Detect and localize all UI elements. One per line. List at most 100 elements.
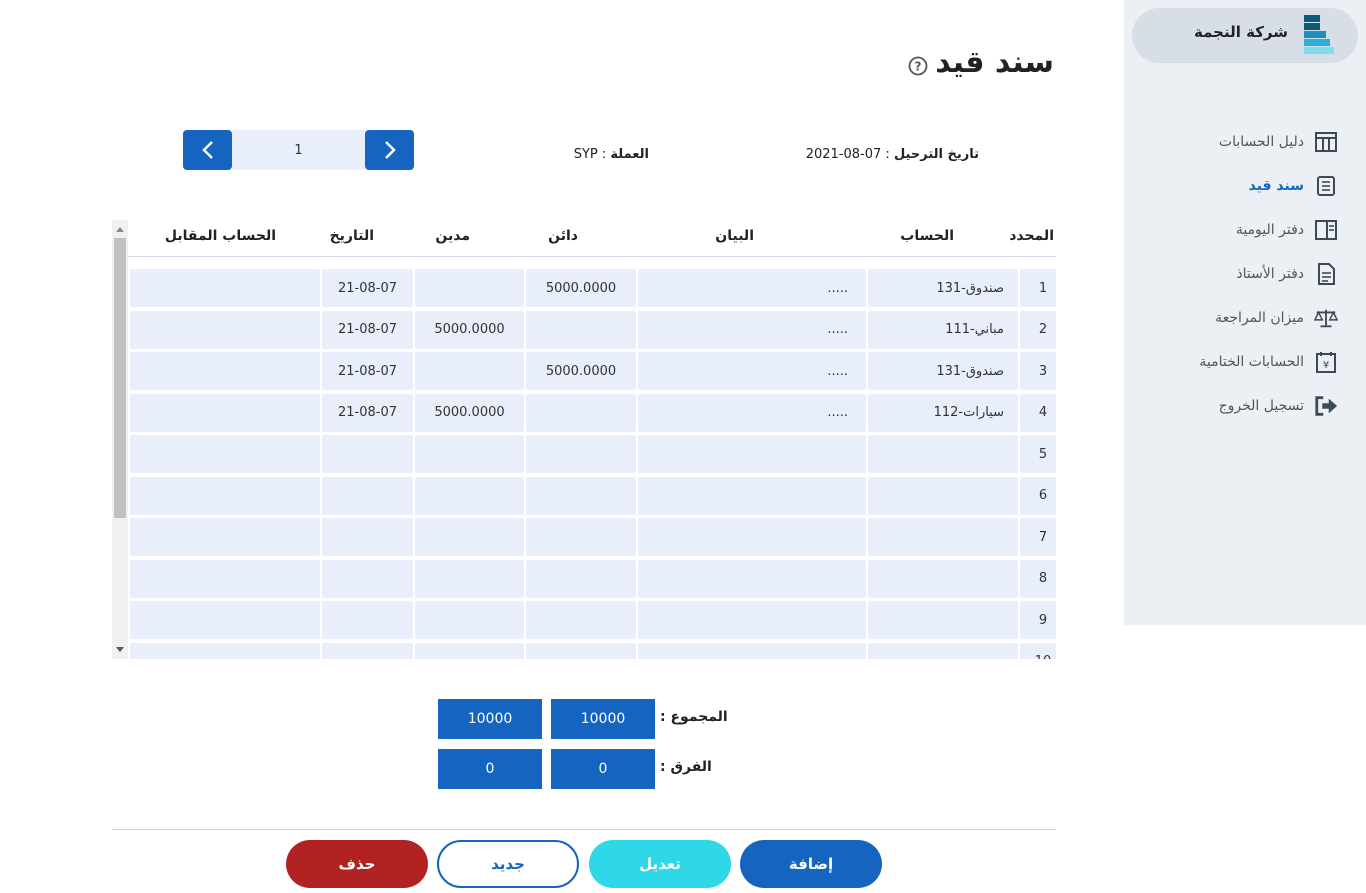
table-row[interactable]: 8 xyxy=(128,559,1056,598)
cell-account[interactable] xyxy=(868,642,1018,659)
sidebar-item-trial-balance[interactable]: ميزان المراجعة xyxy=(1124,296,1366,340)
prev-page-button[interactable] xyxy=(183,130,232,170)
cell-account[interactable] xyxy=(868,601,1018,639)
table-row[interactable]: 6 xyxy=(128,476,1056,515)
sidebar-item-final-accounts[interactable]: ¥ الحسابات الختامية xyxy=(1124,340,1366,384)
cell-statement[interactable] xyxy=(638,559,866,598)
cell-account[interactable] xyxy=(868,518,1018,556)
cell-id[interactable]: 9 xyxy=(1020,601,1056,639)
cell-counter-account[interactable] xyxy=(130,393,320,432)
edit-button[interactable]: تعديل xyxy=(589,840,731,888)
cell-statement[interactable] xyxy=(638,518,866,556)
cell-account[interactable] xyxy=(868,476,1018,515)
cell-account[interactable]: 111-مباني xyxy=(868,310,1018,349)
cell-credit[interactable]: 5000.0000 xyxy=(526,269,636,307)
cell-date[interactable] xyxy=(322,642,413,659)
cell-id[interactable]: 7 xyxy=(1020,518,1056,556)
cell-debit[interactable] xyxy=(415,269,524,307)
cell-counter-account[interactable] xyxy=(130,269,320,307)
cell-id[interactable]: 4 xyxy=(1020,393,1056,432)
add-button[interactable]: إضافة xyxy=(740,840,882,888)
cell-counter-account[interactable] xyxy=(130,642,320,659)
next-page-button[interactable] xyxy=(365,130,414,170)
cell-statement[interactable] xyxy=(638,642,866,659)
scroll-down-icon[interactable] xyxy=(116,647,124,652)
cell-date[interactable]: 21-08-07 xyxy=(322,393,413,432)
cell-credit[interactable]: 5000.0000 xyxy=(526,352,636,390)
cell-counter-account[interactable] xyxy=(130,352,320,390)
cell-date[interactable] xyxy=(322,559,413,598)
table-row[interactable]: 10 xyxy=(128,642,1056,659)
sidebar-item-chart-of-accounts[interactable]: دليل الحسابات xyxy=(1124,120,1366,164)
table-row[interactable]: 7 xyxy=(128,518,1056,556)
cell-credit[interactable] xyxy=(526,310,636,349)
table-row[interactable]: 1 131-صندوق..... 5000.0000 21-08-07 xyxy=(128,269,1056,307)
cell-id[interactable]: 3 xyxy=(1020,352,1056,390)
cell-statement[interactable]: ..... xyxy=(638,393,866,432)
cell-id[interactable]: 6 xyxy=(1020,476,1056,515)
cell-statement[interactable]: ..... xyxy=(638,352,866,390)
cell-date[interactable]: 21-08-07 xyxy=(322,310,413,349)
table-row[interactable]: 4 112-سيارات..... 5000.0000 21-08-07 xyxy=(128,393,1056,432)
delete-button[interactable]: حذف xyxy=(286,840,428,888)
cell-debit[interactable]: 5000.0000 xyxy=(415,310,524,349)
cell-credit[interactable] xyxy=(526,642,636,659)
cell-id[interactable]: 2 xyxy=(1020,310,1056,349)
cell-id[interactable]: 8 xyxy=(1020,559,1056,598)
cell-debit[interactable] xyxy=(415,601,524,639)
table-row[interactable]: 9 xyxy=(128,601,1056,639)
cell-date[interactable]: 21-08-07 xyxy=(322,352,413,390)
cell-date[interactable] xyxy=(322,601,413,639)
cell-counter-account[interactable] xyxy=(130,476,320,515)
cell-debit[interactable] xyxy=(415,476,524,515)
sidebar-item-journal-voucher[interactable]: سند قيد xyxy=(1124,164,1366,208)
table-scrollbar[interactable] xyxy=(112,220,128,659)
help-icon[interactable]: ? xyxy=(908,56,928,76)
cell-counter-account[interactable] xyxy=(130,601,320,639)
cell-statement[interactable] xyxy=(638,601,866,639)
cell-counter-account[interactable] xyxy=(130,310,320,349)
cell-debit[interactable] xyxy=(415,559,524,598)
cell-debit[interactable]: 5000.0000 xyxy=(415,393,524,432)
table-row[interactable]: 3 131-صندوق..... 5000.0000 21-08-07 xyxy=(128,352,1056,390)
cell-id[interactable]: 5 xyxy=(1020,435,1056,473)
cell-counter-account[interactable] xyxy=(130,435,320,473)
sidebar-item-logout[interactable]: تسجيل الخروج xyxy=(1124,384,1366,428)
cell-credit[interactable] xyxy=(526,601,636,639)
cell-credit[interactable] xyxy=(526,518,636,556)
scroll-up-icon[interactable] xyxy=(116,227,124,232)
table-row[interactable]: 2 111-مباني..... 5000.0000 21-08-07 xyxy=(128,310,1056,349)
cell-account[interactable]: 131-صندوق xyxy=(868,269,1018,307)
cell-statement[interactable] xyxy=(638,435,866,473)
company-brand[interactable]: شركة النجمة xyxy=(1132,8,1358,63)
scroll-thumb[interactable] xyxy=(114,238,126,518)
cell-counter-account[interactable] xyxy=(130,518,320,556)
cell-debit[interactable] xyxy=(415,435,524,473)
cell-counter-account[interactable] xyxy=(130,559,320,598)
sidebar-item-general-ledger[interactable]: دفتر الأستاذ xyxy=(1124,252,1366,296)
cell-id[interactable]: 1 xyxy=(1020,269,1056,307)
cell-statement[interactable]: ..... xyxy=(638,310,866,349)
cell-account[interactable] xyxy=(868,435,1018,473)
cell-id[interactable]: 10 xyxy=(1020,642,1056,659)
cell-debit[interactable] xyxy=(415,642,524,659)
cell-statement[interactable] xyxy=(638,476,866,515)
new-button[interactable]: جديد xyxy=(437,840,579,888)
table-row[interactable]: 5 xyxy=(128,435,1056,473)
cell-account[interactable]: 112-سيارات xyxy=(868,393,1018,432)
cell-account[interactable]: 131-صندوق xyxy=(868,352,1018,390)
cell-credit[interactable] xyxy=(526,435,636,473)
cell-credit[interactable] xyxy=(526,476,636,515)
page-number-input[interactable] xyxy=(232,130,365,170)
cell-date[interactable] xyxy=(322,435,413,473)
cell-date[interactable] xyxy=(322,518,413,556)
sidebar-item-daily-journal[interactable]: دفتر اليومية xyxy=(1124,208,1366,252)
cell-date[interactable]: 21-08-07 xyxy=(322,269,413,307)
cell-statement[interactable]: ..... xyxy=(638,269,866,307)
cell-account[interactable] xyxy=(868,559,1018,598)
cell-credit[interactable] xyxy=(526,393,636,432)
cell-date[interactable] xyxy=(322,476,413,515)
cell-debit[interactable] xyxy=(415,518,524,556)
cell-credit[interactable] xyxy=(526,559,636,598)
cell-debit[interactable] xyxy=(415,352,524,390)
